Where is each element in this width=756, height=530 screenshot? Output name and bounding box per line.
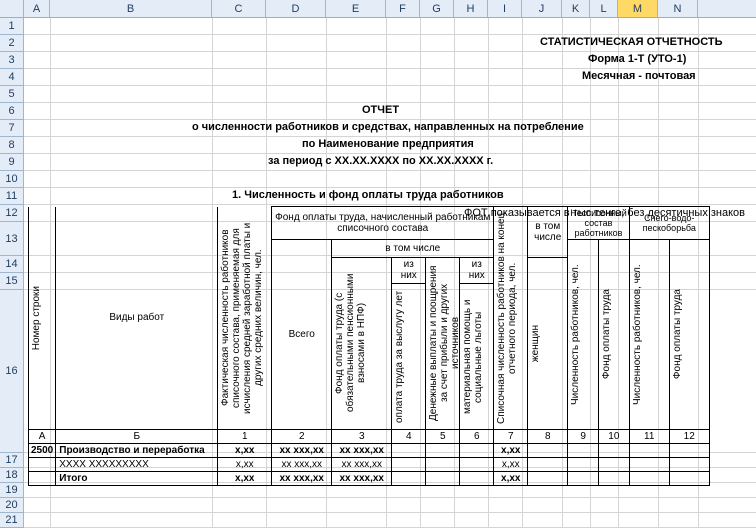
- row-cells-21[interactable]: [24, 513, 756, 528]
- row-header-15[interactable]: 15: [0, 273, 24, 290]
- hdr-denezh: Денежные выплаты и поощрения за счет при…: [428, 263, 454, 423]
- hdr-fot-group: Фонд оплаты труда, начисленный работника…: [272, 207, 494, 240]
- hdr-fot1: Фонд оплаты труда: [601, 287, 612, 381]
- column-header-A[interactable]: A: [24, 0, 50, 17]
- table-row[interactable]: 2500 Производство и переработка x,xx xx …: [29, 444, 710, 458]
- column-header-G[interactable]: G: [420, 0, 454, 17]
- hdr-fot2: Фонд оплаты труда: [672, 287, 683, 381]
- row-header-18[interactable]: 18: [0, 468, 24, 483]
- row-header-4[interactable]: 4: [0, 69, 24, 86]
- row-header-1[interactable]: 1: [0, 18, 24, 35]
- select-all-cell[interactable]: [0, 0, 24, 17]
- row-header-8[interactable]: 8: [0, 137, 24, 154]
- table-row[interactable]: Итого x,xx xx xxx,xx xx xxx,xx x,xx: [29, 472, 710, 486]
- column-header-J[interactable]: J: [522, 0, 562, 17]
- hdr-iznih2: из них: [460, 257, 494, 284]
- row-header-21[interactable]: 21: [0, 513, 24, 528]
- row-header-20[interactable]: 20: [0, 498, 24, 513]
- hdr-vysluga: оплата труда за выслугу лет: [394, 286, 420, 428]
- column-header-N[interactable]: N: [658, 0, 698, 17]
- hdr-fact-count: Фактическая численность работников списо…: [220, 208, 266, 428]
- hdr-chisl2: Численность работников, чел.: [632, 247, 664, 423]
- report-line2: по Наименование предприятия: [302, 138, 474, 150]
- row-cells-10[interactable]: [24, 171, 756, 188]
- hdr-vtomchisle: в том числе: [332, 240, 494, 258]
- hdr-matpom: материальная помощь и социальные льготы: [462, 286, 488, 428]
- hdr-snego: Снего-водо-пескоборьба: [629, 207, 709, 240]
- column-header-C[interactable]: C: [212, 0, 266, 17]
- row-header-6[interactable]: 6: [0, 103, 24, 120]
- column-header-K[interactable]: K: [562, 0, 590, 17]
- column-header-H[interactable]: H: [454, 0, 488, 17]
- column-number-row: А Б 1 2 3 4 5 6 7 8 9 10 11 12: [29, 430, 710, 444]
- spreadsheet: ABCDEFGHIJKLMN 1234567891011121314151617…: [0, 0, 756, 528]
- column-header-row: ABCDEFGHIJKLMN: [0, 0, 756, 18]
- hdr-chisl1: Численность работников, чел.: [570, 247, 590, 423]
- hdr-work-types: Виды работ: [109, 312, 164, 323]
- row-header-12[interactable]: 12: [0, 205, 24, 222]
- section-title: 1. Численность и фонд оплаты труда работ…: [232, 189, 504, 201]
- report-line3: за период с XX.XX.XXXX по XX.XX.XXXX г.: [268, 155, 493, 167]
- column-header-E[interactable]: E: [326, 0, 386, 17]
- hdr-vtomchisle2: в том числе: [528, 207, 568, 258]
- row-header-14[interactable]: 14: [0, 256, 24, 273]
- hdr-nespis: Несписочный состав работников: [568, 207, 629, 240]
- row-header-13[interactable]: 13: [0, 222, 24, 256]
- row-cells-20[interactable]: [24, 498, 756, 513]
- column-header-B[interactable]: B: [50, 0, 212, 17]
- column-header-D[interactable]: D: [266, 0, 326, 17]
- stat-report-label: СТАТИСТИЧЕСКАЯ ОТЧЕТНОСТЬ: [540, 36, 723, 48]
- report-title: ОТЧЕТ: [362, 104, 399, 116]
- data-table: Номер строки Виды работ Фактическая числ…: [28, 206, 710, 486]
- period-type-label: Месячная - почтовая: [582, 70, 696, 82]
- column-header-I[interactable]: I: [488, 0, 522, 17]
- form-label: Форма 1-Т (УТО-1): [588, 53, 686, 65]
- row-header-16[interactable]: 16: [0, 290, 24, 453]
- hdr-row-no: Номер строки: [31, 284, 42, 352]
- hdr-women: женщин: [530, 323, 541, 364]
- column-header-F[interactable]: F: [386, 0, 420, 17]
- row-header-3[interactable]: 3: [0, 52, 24, 69]
- hdr-fot-npf: Фонд оплаты труда (с обязательными пенси…: [334, 263, 386, 423]
- hdr-iznih1: из них: [392, 257, 426, 284]
- row-header-9[interactable]: 9: [0, 154, 24, 171]
- row-cells-1[interactable]: [24, 18, 756, 35]
- column-header-L[interactable]: L: [590, 0, 618, 17]
- row-header-7[interactable]: 7: [0, 120, 24, 137]
- table-row[interactable]: XXXX XXXXXXXXX x,xx xx xxx,xx xx xxx,xx …: [29, 458, 710, 472]
- row-header-19[interactable]: 19: [0, 483, 24, 498]
- row-header-2[interactable]: 2: [0, 35, 24, 52]
- row-header-11[interactable]: 11: [0, 188, 24, 205]
- row-header-10[interactable]: 10: [0, 171, 24, 188]
- row-header-5[interactable]: 5: [0, 86, 24, 103]
- report-line1: о численности работников и средствах, на…: [192, 121, 584, 133]
- column-header-M[interactable]: M: [618, 0, 658, 17]
- row-header-17[interactable]: 17: [0, 453, 24, 468]
- row-cells-5[interactable]: [24, 86, 756, 103]
- hdr-spis-count: Списочная численность работников на коне…: [496, 208, 522, 428]
- hdr-vsego: Всего: [289, 329, 315, 340]
